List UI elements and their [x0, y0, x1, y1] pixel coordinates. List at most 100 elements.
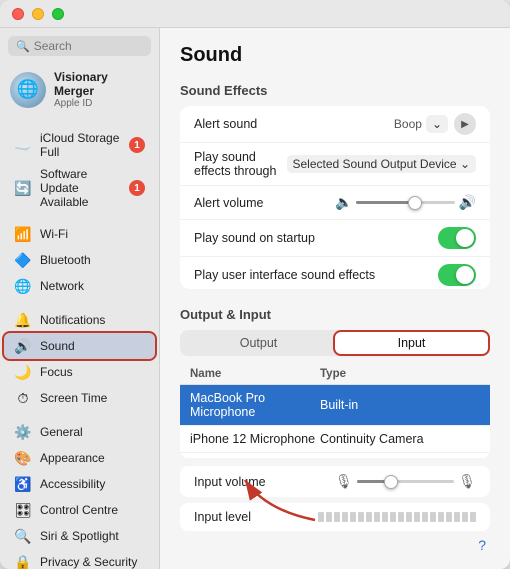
device-row-macbook[interactable]: MacBook Pro Microphone Built-in: [180, 385, 490, 426]
ui-sounds-row: Play user interface sound effects: [180, 257, 490, 289]
sidebar-item-notifications[interactable]: 🔔 Notifications: [4, 307, 155, 333]
input-level-label: Input level: [194, 510, 318, 524]
ui-sounds-label: Play user interface sound effects: [194, 268, 438, 282]
alert-volume-label: Alert volume: [194, 196, 335, 210]
sidebar-item-siri-spotlight[interactable]: 🔍 Siri & Spotlight: [4, 523, 155, 549]
screen-time-icon: ⏱: [14, 389, 32, 407]
level-bar: [358, 512, 364, 522]
input-volume-wrapper: Input volume 🎙 🎙: [180, 466, 490, 503]
sidebar-item-accessibility[interactable]: ♿ Accessibility: [4, 471, 155, 497]
toggle-knob: [456, 266, 474, 284]
volume-high-icon: 🔊: [459, 194, 476, 211]
sound-effects-group: Alert sound Boop ⌄ ▶ Play sound effects …: [180, 106, 490, 289]
device-type: Built-in: [320, 398, 480, 412]
output-input-title: Output & Input: [180, 307, 490, 322]
sidebar-item-label: Siri & Spotlight: [40, 529, 119, 543]
level-bar: [366, 512, 372, 522]
sidebar-item-label: General: [40, 425, 83, 439]
device-row-iphone[interactable]: iPhone 12 Microphone Continuity Camera: [180, 426, 490, 453]
sidebar-item-label: iCloud Storage Full: [40, 131, 121, 159]
close-button[interactable]: [12, 8, 24, 20]
tab-bar: Output Input: [180, 330, 490, 356]
sidebar-item-screen-time[interactable]: ⏱ Screen Time: [4, 385, 155, 411]
sidebar-item-label: Privacy & Security: [40, 555, 137, 569]
input-volume-thumb[interactable]: [384, 475, 398, 489]
sidebar-item-privacy-security[interactable]: 🔒 Privacy & Security: [4, 549, 155, 569]
sidebar-item-sound[interactable]: 🔊 Sound: [4, 333, 155, 359]
toggle-knob: [456, 229, 474, 247]
user-profile[interactable]: 🌐 Visionary Merger Apple ID: [0, 64, 159, 115]
sidebar-item-appearance[interactable]: 🎨 Appearance: [4, 445, 155, 471]
input-level-bars: [318, 512, 476, 522]
mic-high-icon: 🎙: [458, 473, 476, 490]
notifications-icon: 🔔: [14, 311, 32, 329]
alert-volume-row: Alert volume 🔈 🔊: [180, 186, 490, 220]
col-type-header: Type: [320, 368, 480, 380]
tab-input[interactable]: Input: [335, 332, 488, 354]
sidebar-item-icloud-storage[interactable]: ☁️ iCloud Storage Full 1: [4, 127, 155, 163]
col-name-header: Name: [190, 368, 320, 380]
level-bar: [398, 512, 404, 522]
level-bar: [318, 512, 324, 522]
alert-sound-row: Alert sound Boop ⌄ ▶: [180, 106, 490, 143]
window-content: 🔍 🌐 Visionary Merger Apple ID ☁️ iCloud …: [0, 28, 510, 569]
alert-volume-slider[interactable]: 🔈 🔊: [335, 194, 476, 211]
input-volume-row: Input volume 🎙 🎙: [180, 466, 490, 497]
sidebar-item-software-update[interactable]: 🔄 Software Update Available 1: [4, 163, 155, 213]
device-row-bg-music[interactable]: Background Music Virtual: [180, 453, 490, 458]
sidebar-item-label: Control Centre: [40, 503, 118, 517]
tab-output[interactable]: Output: [182, 332, 335, 354]
sidebar-item-focus[interactable]: 🌙 Focus: [4, 359, 155, 385]
badge-icloud: 1: [129, 137, 145, 153]
user-subtitle: Apple ID: [54, 98, 149, 109]
sidebar-item-label: Sound: [40, 339, 75, 353]
input-volume-label: Input volume: [194, 475, 335, 489]
play-through-select[interactable]: Selected Sound Output Device ⌄: [287, 155, 477, 173]
level-bar: [326, 512, 332, 522]
startup-sound-label: Play sound on startup: [194, 231, 438, 245]
startup-sound-row: Play sound on startup: [180, 220, 490, 257]
appearance-icon: 🎨: [14, 449, 32, 467]
alert-volume-track: [356, 201, 454, 204]
main-content: Sound Sound Effects Alert sound Boop ⌄ ▶…: [160, 28, 510, 569]
sidebar-item-wifi[interactable]: 📶 Wi-Fi: [4, 221, 155, 247]
ui-sounds-toggle[interactable]: [438, 264, 476, 286]
alert-sound-select[interactable]: ⌄: [426, 115, 448, 133]
device-table-header: Name Type: [180, 364, 490, 385]
level-bar: [390, 512, 396, 522]
input-volume-slider[interactable]: 🎙 🎙: [335, 473, 476, 490]
update-icon: 🔄: [14, 179, 32, 197]
level-bar: [446, 512, 452, 522]
volume-low-icon: 🔈: [335, 194, 352, 211]
network-icon: 🌐: [14, 277, 32, 295]
sidebar-item-label: Wi-Fi: [40, 227, 68, 241]
sidebar-item-network[interactable]: 🌐 Network: [4, 273, 155, 299]
level-bar: [334, 512, 340, 522]
help-button[interactable]: ?: [180, 537, 490, 553]
device-type: Continuity Camera: [320, 432, 480, 446]
sidebar: 🔍 🌐 Visionary Merger Apple ID ☁️ iCloud …: [0, 28, 160, 569]
maximize-button[interactable]: [52, 8, 64, 20]
sidebar-item-control-centre[interactable]: 🎛 Control Centre: [4, 497, 155, 523]
icloud-icon: ☁️: [14, 136, 32, 154]
startup-sound-toggle[interactable]: [438, 227, 476, 249]
level-bar: [342, 512, 348, 522]
level-bar: [438, 512, 444, 522]
sound-effects-title: Sound Effects: [180, 83, 490, 98]
alert-volume-thumb[interactable]: [408, 196, 422, 210]
wifi-icon: 📶: [14, 225, 32, 243]
alert-sound-play[interactable]: ▶: [454, 113, 476, 135]
input-volume-track: [357, 480, 454, 483]
sidebar-item-label: Software Update Available: [40, 167, 121, 209]
search-box[interactable]: 🔍: [8, 36, 151, 56]
level-bar: [462, 512, 468, 522]
sidebar-item-bluetooth[interactable]: 🔷 Bluetooth: [4, 247, 155, 273]
minimize-button[interactable]: [32, 8, 44, 20]
level-bar: [454, 512, 460, 522]
sidebar-item-label: Bluetooth: [40, 253, 91, 267]
search-input[interactable]: [34, 39, 143, 53]
sidebar-item-general[interactable]: ⚙️ General: [4, 419, 155, 445]
sidebar-item-label: Screen Time: [40, 391, 107, 405]
play-through-row: Play sound effects through Selected Soun…: [180, 143, 490, 186]
level-bar: [382, 512, 388, 522]
